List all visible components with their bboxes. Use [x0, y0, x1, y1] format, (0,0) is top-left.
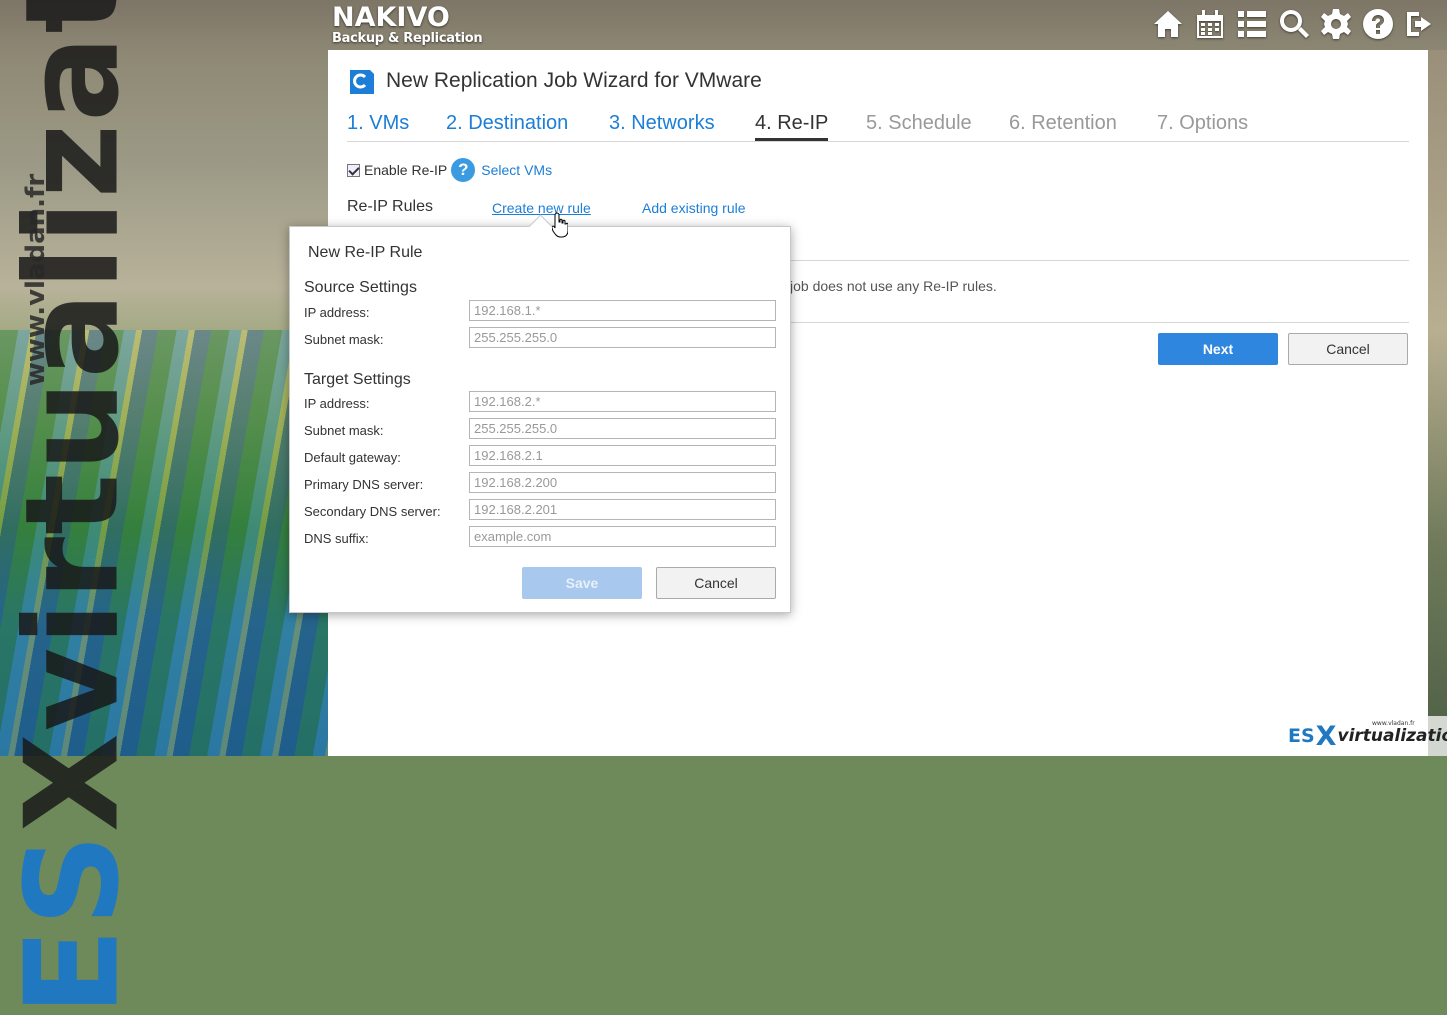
- select-vms-link[interactable]: Select VMs: [481, 162, 552, 178]
- enable-reip-label: Enable Re-IP: [364, 162, 448, 178]
- step-options[interactable]: 7. Options: [1157, 112, 1248, 141]
- secondary-dns-input[interactable]: 192.168.2.201: [469, 499, 776, 520]
- reip-rules-label: Re-IP Rules: [347, 198, 433, 215]
- wizard-title: New Replication Job Wizard for VMware: [346, 66, 762, 96]
- secondary-dns-label: Secondary DNS server:: [304, 504, 441, 519]
- step-destination[interactable]: 2. Destination: [446, 112, 568, 141]
- step-vms[interactable]: 1. VMs: [347, 112, 409, 141]
- dns-suffix-input[interactable]: example.com: [469, 526, 776, 547]
- no-rules-message: job does not use any Re-IP rules.: [790, 278, 997, 294]
- home-icon[interactable]: [1151, 6, 1185, 42]
- hand-cursor-icon: [552, 212, 568, 238]
- new-reip-rule-dialog: New Re-IP Rule Source Settings IP addres…: [289, 226, 791, 613]
- watermark-badge: www.vladan.fr ESXvirtualization: [1262, 716, 1447, 756]
- dialog-title: New Re-IP Rule: [308, 244, 423, 261]
- source-settings-title: Source Settings: [304, 279, 417, 296]
- search-icon[interactable]: [1277, 6, 1311, 42]
- target-subnet-label: Subnet mask:: [304, 423, 384, 438]
- top-nav-icons: [1151, 6, 1437, 42]
- top-bar: NAKIVO Backup & Replication: [0, 0, 1447, 50]
- default-gateway-label: Default gateway:: [304, 450, 401, 465]
- logout-icon[interactable]: [1403, 6, 1437, 42]
- default-gateway-input[interactable]: 192.168.2.1: [469, 445, 776, 466]
- target-settings-title: Target Settings: [304, 371, 411, 388]
- dns-suffix-label: DNS suffix:: [304, 531, 369, 546]
- step-retention[interactable]: 6. Retention: [1009, 112, 1117, 141]
- next-button[interactable]: Next: [1158, 333, 1278, 365]
- replication-icon: [350, 70, 374, 94]
- vertical-watermark-url: www.vladan.fr: [21, 173, 52, 387]
- help-circle-icon[interactable]: [1361, 6, 1395, 42]
- primary-dns-label: Primary DNS server:: [304, 477, 424, 492]
- divider: [786, 260, 1409, 261]
- list-icon[interactable]: [1235, 6, 1269, 42]
- source-subnet-label: Subnet mask:: [304, 332, 384, 347]
- primary-dns-input[interactable]: 192.168.2.200: [469, 472, 776, 493]
- target-subnet-input[interactable]: 255.255.255.0: [469, 418, 776, 439]
- source-ip-input[interactable]: 192.168.1.*: [469, 300, 776, 321]
- gear-icon[interactable]: [1319, 6, 1353, 42]
- save-button[interactable]: Save: [522, 567, 642, 599]
- app-logo[interactable]: NAKIVO Backup & Replication: [332, 4, 483, 46]
- target-ip-input[interactable]: 192.168.2.*: [469, 391, 776, 412]
- step-re-ip[interactable]: 4. Re-IP: [755, 112, 829, 141]
- create-new-rule-link[interactable]: Create new rule: [492, 200, 591, 216]
- target-ip-label: IP address:: [304, 396, 370, 411]
- wizard-steps: 1. VMs 2. Destination 3. Networks 4. Re-…: [347, 112, 1409, 142]
- enable-reip-checkbox[interactable]: [347, 163, 360, 177]
- source-subnet-input[interactable]: 255.255.255.0: [469, 327, 776, 348]
- question-icon[interactable]: ?: [451, 158, 476, 182]
- cancel-button[interactable]: Cancel: [1288, 333, 1408, 365]
- step-schedule[interactable]: 5. Schedule: [866, 112, 972, 141]
- add-existing-rule-link[interactable]: Add existing rule: [642, 200, 746, 216]
- background-right-strip: [1428, 50, 1447, 756]
- divider: [786, 322, 1409, 323]
- dialog-cancel-button[interactable]: Cancel: [656, 567, 776, 599]
- enable-reip-row: Enable Re-IP ? Select VMs: [347, 158, 552, 182]
- calendar-icon[interactable]: [1193, 6, 1227, 42]
- source-ip-label: IP address:: [304, 305, 370, 320]
- step-networks[interactable]: 3. Networks: [609, 112, 715, 141]
